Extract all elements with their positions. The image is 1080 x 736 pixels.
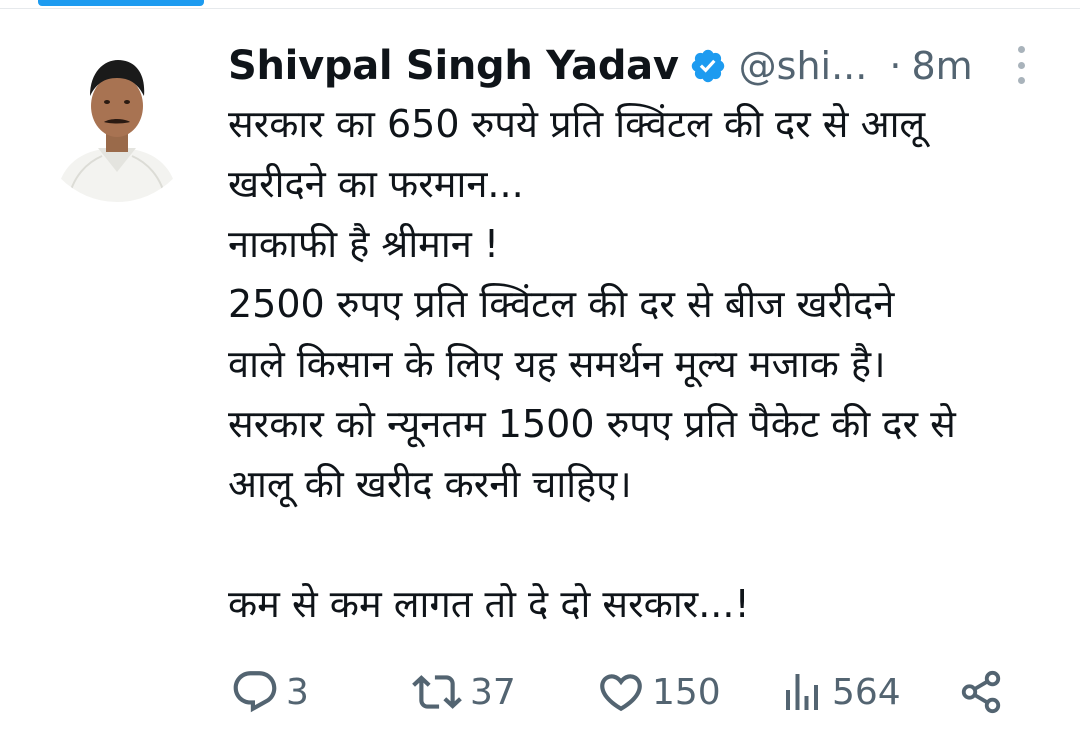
author-handle[interactable]: @shi... bbox=[739, 44, 868, 88]
timestamp[interactable]: 8m bbox=[911, 44, 972, 88]
tweet-text-line: 2500 रुपए प्रति क्विंटल की दर से बीज खरी… bbox=[228, 282, 895, 326]
heart-icon bbox=[596, 667, 646, 717]
top-divider bbox=[0, 8, 1080, 9]
separator-dot: · bbox=[889, 44, 902, 88]
reply-button[interactable]: 3 bbox=[230, 664, 309, 720]
view-count: 564 bbox=[832, 671, 901, 713]
like-count: 150 bbox=[652, 671, 721, 713]
tweet-header: Shivpal Singh Yadav @shi... · 8m bbox=[228, 38, 1028, 94]
views-button[interactable]: 564 bbox=[778, 664, 901, 720]
tweet-actions: 3 37 150 564 bbox=[230, 664, 1020, 720]
repost-button[interactable]: 37 bbox=[410, 664, 516, 720]
tweet-text-line: सरकार का 650 रुपये प्रति क्विंटल की दर स… bbox=[228, 102, 926, 146]
repost-count: 37 bbox=[470, 671, 516, 713]
active-tab-indicator bbox=[38, 0, 204, 6]
tweet-text-line: सरकार को न्यूनतम 1500 रुपए प्रति पैकेट क… bbox=[228, 402, 956, 446]
reply-icon bbox=[230, 667, 280, 717]
tweet-text-blank-line bbox=[228, 514, 1058, 574]
more-vertical-icon[interactable] bbox=[1010, 44, 1032, 86]
like-button[interactable]: 150 bbox=[596, 664, 721, 720]
tweet-text-line: आलू की खरीद करनी चाहिए। bbox=[228, 462, 632, 506]
tweet-text: सरकार का 650 रुपये प्रति क्विंटल की दर स… bbox=[228, 94, 1058, 634]
share-icon bbox=[958, 669, 1004, 715]
reply-count: 3 bbox=[286, 671, 309, 713]
repost-icon bbox=[410, 667, 464, 717]
tweet-text-line: नाकाफी है श्रीमान ! bbox=[228, 222, 500, 266]
verified-badge-icon bbox=[689, 47, 727, 85]
views-bar-chart-icon bbox=[778, 667, 826, 717]
share-button[interactable] bbox=[958, 664, 1004, 720]
tweet-text-line: कम से कम लागत तो दे दो सरकार...! bbox=[228, 582, 750, 626]
author-name[interactable]: Shivpal Singh Yadav bbox=[228, 43, 679, 89]
tweet-text-line: खरीदने का फरमान... bbox=[228, 162, 524, 206]
avatar[interactable] bbox=[38, 44, 196, 202]
tweet-text-line: वाले किसान के लिए यह समर्थन मूल्य मजाक ह… bbox=[228, 342, 886, 386]
